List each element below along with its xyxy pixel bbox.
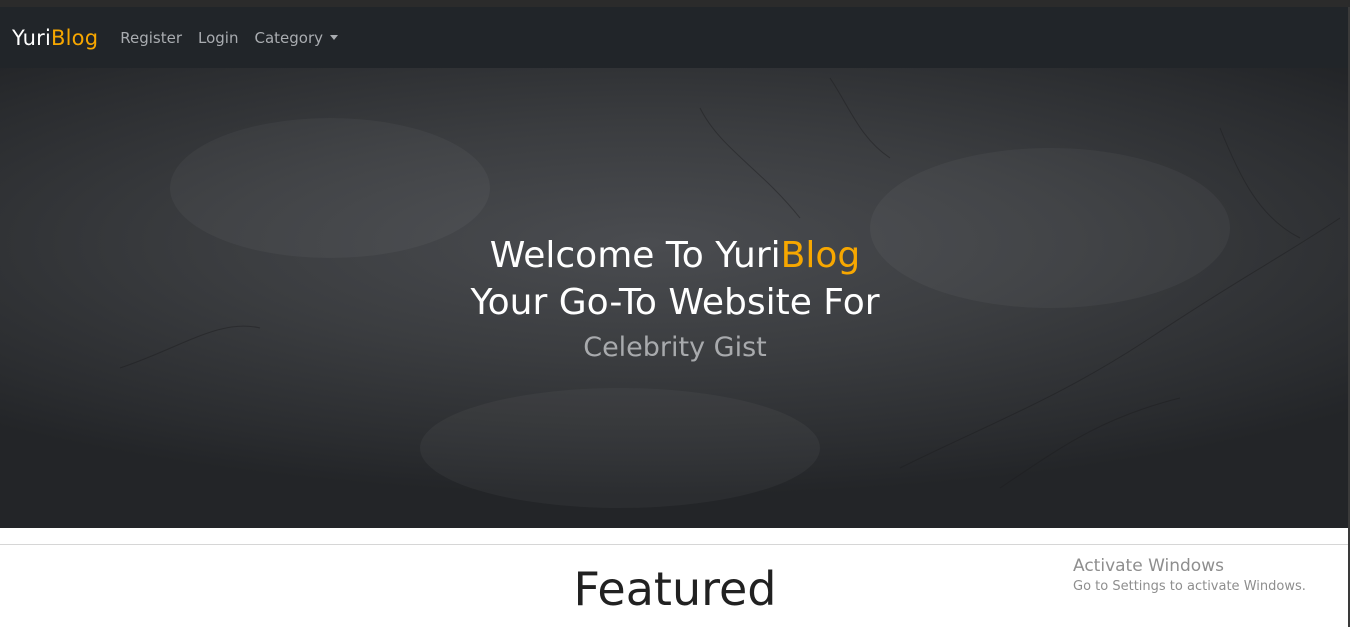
nav-category-dropdown[interactable]: Category <box>254 29 338 47</box>
hero-welcome-prefix: Welcome To Yuri <box>489 235 781 276</box>
hero-welcome-accent: Blog <box>780 235 861 276</box>
caret-down-icon <box>330 35 338 40</box>
nav-register-link[interactable]: Register <box>120 29 182 47</box>
brand-logo-link[interactable]: YuriBlog <box>12 26 98 50</box>
hero-heading: Welcome To YuriBlog Your Go-To Website F… <box>0 232 1350 370</box>
brand-name-part2: Blog <box>51 25 99 50</box>
hero-welcome-line: Welcome To YuriBlog <box>0 232 1350 279</box>
browser-top-edge <box>0 0 1350 7</box>
brand-name-part1: Yuri <box>12 25 51 50</box>
nav-category-label: Category <box>254 28 323 47</box>
activate-windows-title: Activate Windows <box>1073 556 1224 576</box>
section-divider <box>0 544 1348 545</box>
hero-subtagline: Celebrity Gist <box>583 332 767 363</box>
hero-tagline: Your Go-To Website For <box>470 282 880 323</box>
nav-login-link[interactable]: Login <box>198 29 238 47</box>
activate-windows-watermark: Activate Windows Go to Settings to activ… <box>1073 556 1306 594</box>
activate-windows-subtitle: Go to Settings to activate Windows. <box>1073 579 1306 594</box>
top-navbar: YuriBlog Register Login Category <box>0 7 1350 68</box>
hero-banner: Welcome To YuriBlog Your Go-To Website F… <box>0 68 1350 528</box>
